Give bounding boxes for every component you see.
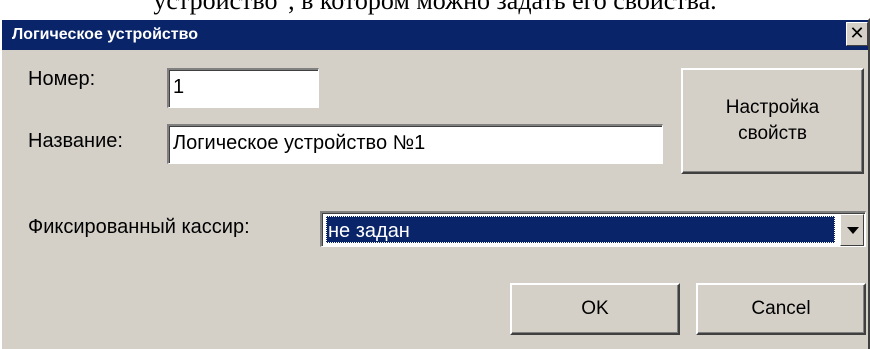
cancel-button[interactable]: Cancel	[696, 283, 866, 335]
cashier-select[interactable]: не задан	[320, 211, 866, 247]
logical-device-dialog: Логическое устройство ✕ Номер: 1 Названи…	[0, 18, 870, 349]
title-bar[interactable]: Логическое устройство ✕	[2, 20, 868, 50]
number-label: Номер:	[28, 68, 96, 90]
name-field[interactable]: Логическое устройство №1	[167, 124, 663, 164]
dialog-title: Логическое устройство	[12, 26, 199, 43]
number-field[interactable]: 1	[167, 68, 319, 108]
close-icon: ✕	[849, 23, 865, 43]
cashier-select-value: не задан	[326, 216, 835, 243]
settings-button[interactable]: Настройка свойств	[681, 68, 864, 174]
ok-button[interactable]: OK	[510, 283, 680, 335]
cashier-label: Фиксированный кассир:	[28, 216, 250, 238]
chevron-down-icon	[847, 227, 859, 234]
dropdown-button[interactable]	[840, 214, 864, 246]
name-label: Название:	[28, 130, 123, 152]
document-text: устройство", в котором можно задать его …	[153, 0, 717, 15]
close-button[interactable]: ✕	[846, 22, 868, 46]
